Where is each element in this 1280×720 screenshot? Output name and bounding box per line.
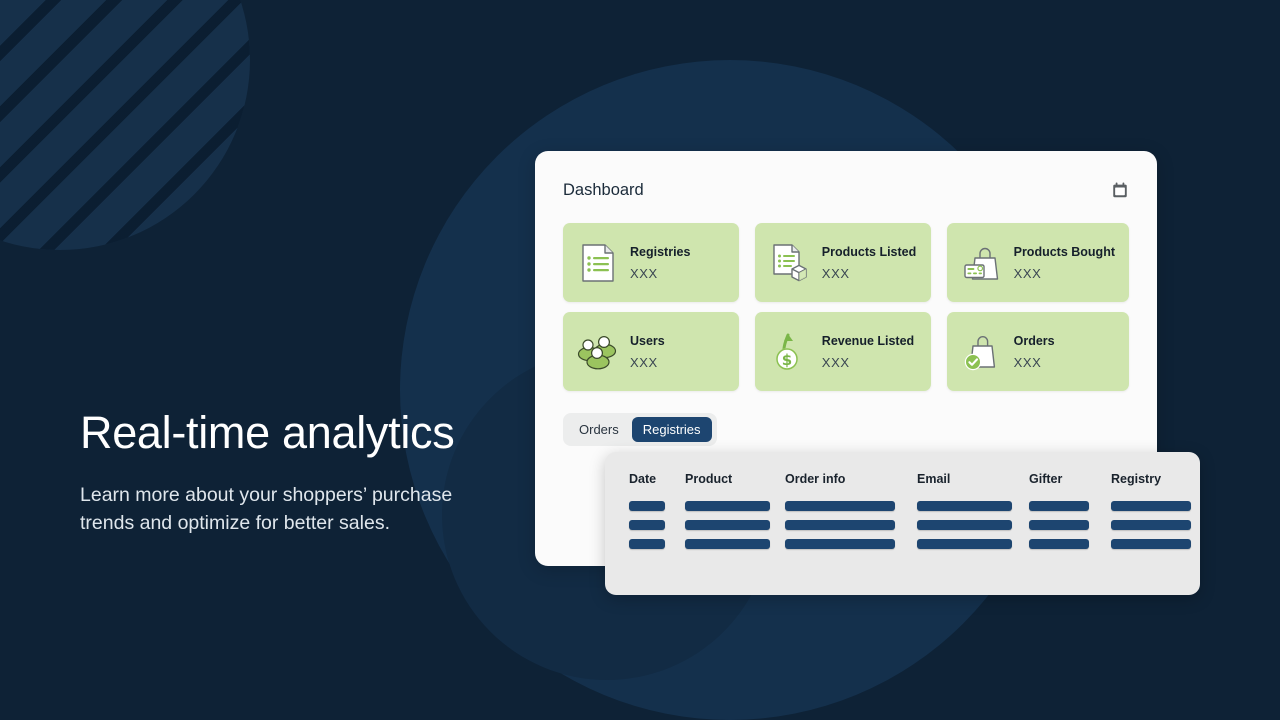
cell-placeholder xyxy=(685,539,785,549)
page-title: Dashboard xyxy=(563,180,644,199)
cell-placeholder xyxy=(685,501,785,511)
placeholder-bar xyxy=(1029,501,1089,511)
stat-value: XXX xyxy=(630,265,658,281)
cell-placeholder xyxy=(1111,520,1193,530)
placeholder-bar xyxy=(917,520,1012,530)
table-header-row: Date Product Order info Email Gifter Reg… xyxy=(629,472,1176,486)
cell-placeholder xyxy=(1029,501,1111,511)
cell-placeholder xyxy=(917,539,1029,549)
column-header-registry: Registry xyxy=(1111,472,1162,486)
bag-check-icon xyxy=(961,331,1003,373)
stat-card-users[interactable]: Users XXX xyxy=(563,312,739,391)
tab-registries[interactable]: Registries xyxy=(631,417,712,442)
placeholder-bar xyxy=(785,520,895,530)
stat-value: XXX xyxy=(1013,265,1042,281)
placeholder-bar xyxy=(629,501,665,511)
stat-label: Products Listed xyxy=(821,244,917,259)
stat-label: Revenue Listed xyxy=(821,333,915,348)
document-list-icon xyxy=(577,242,619,284)
stat-label: Orders xyxy=(1013,333,1055,348)
svg-text:$: $ xyxy=(782,351,792,369)
cell-placeholder xyxy=(917,501,1029,511)
placeholder-bar xyxy=(1029,539,1089,549)
placeholder-bar xyxy=(917,501,1012,511)
placeholder-bar xyxy=(785,539,895,549)
tab-orders[interactable]: Orders xyxy=(568,417,630,442)
cell-placeholder xyxy=(1111,501,1193,511)
cell-placeholder xyxy=(785,520,917,530)
hero-subtitle: Learn more about your shoppers’ purchase… xyxy=(80,484,453,535)
cell-placeholder xyxy=(629,501,685,511)
placeholder-bar xyxy=(629,539,665,549)
placeholder-bar xyxy=(1111,501,1191,511)
stat-value: XXX xyxy=(821,354,850,370)
cell-placeholder xyxy=(785,501,917,511)
placeholder-bar xyxy=(1111,539,1191,549)
column-header-product: Product xyxy=(685,472,733,486)
placeholder-bar xyxy=(785,501,895,511)
data-table-panel: Date Product Order info Email Gifter Reg… xyxy=(605,452,1200,595)
placeholder-bar xyxy=(1111,520,1191,530)
table-row[interactable] xyxy=(629,520,1191,530)
cell-placeholder xyxy=(629,539,685,549)
stat-label: Users xyxy=(630,333,665,348)
bag-card-icon xyxy=(961,242,1003,284)
stat-card-products-bought[interactable]: Products Bought XXX xyxy=(946,223,1129,302)
cell-placeholder xyxy=(1029,539,1111,549)
users-icon xyxy=(577,331,619,373)
cell-placeholder xyxy=(785,539,917,549)
dollar-coin-arrow-icon: $ xyxy=(769,331,811,373)
placeholder-bar xyxy=(1029,520,1089,530)
diagonal-stripes xyxy=(0,0,250,250)
stat-card-revenue-listed[interactable]: $ Revenue Listed XXX xyxy=(754,312,931,391)
column-header-email: Email xyxy=(917,472,951,486)
background-striped-circle xyxy=(0,0,250,250)
placeholder-bar xyxy=(685,520,770,530)
column-header-order-info: Order info xyxy=(785,472,846,486)
table-row[interactable] xyxy=(629,539,1191,549)
table-row[interactable] xyxy=(629,501,1191,511)
column-header-date: Date xyxy=(629,472,657,486)
stat-card-products-listed[interactable]: Products Listed XXX xyxy=(754,223,931,302)
dashboard-header: Dashboard xyxy=(563,177,1129,203)
document-box-icon xyxy=(769,242,811,284)
stat-value: XXX xyxy=(1013,354,1042,370)
cell-placeholder xyxy=(629,520,685,530)
stat-card-registries[interactable]: Registries XXX xyxy=(563,223,739,302)
stat-value: XXX xyxy=(630,354,658,370)
cell-placeholder xyxy=(685,520,785,530)
calendar-icon[interactable] xyxy=(1111,181,1129,199)
tab-group: Orders Registries xyxy=(563,413,717,446)
stat-value: XXX xyxy=(821,265,850,281)
cell-placeholder xyxy=(917,520,1029,530)
placeholder-bar xyxy=(917,539,1012,549)
cell-placeholder xyxy=(1111,539,1193,549)
placeholder-bar xyxy=(629,520,665,530)
hero-text-block: Real-time analytics Learn more about you… xyxy=(80,407,520,538)
cell-placeholder xyxy=(1029,520,1111,530)
column-header-gifter: Gifter xyxy=(1029,472,1063,486)
hero-title: Real-time analytics xyxy=(80,407,455,458)
placeholder-bar xyxy=(685,501,770,511)
stat-card-grid: Registries XXX Products Listed XXX Produ… xyxy=(563,223,1129,391)
placeholder-bar xyxy=(685,539,770,549)
stat-label: Products Bought xyxy=(1013,244,1115,259)
stat-card-orders[interactable]: Orders XXX xyxy=(946,312,1129,391)
stat-label: Registries xyxy=(630,244,691,259)
